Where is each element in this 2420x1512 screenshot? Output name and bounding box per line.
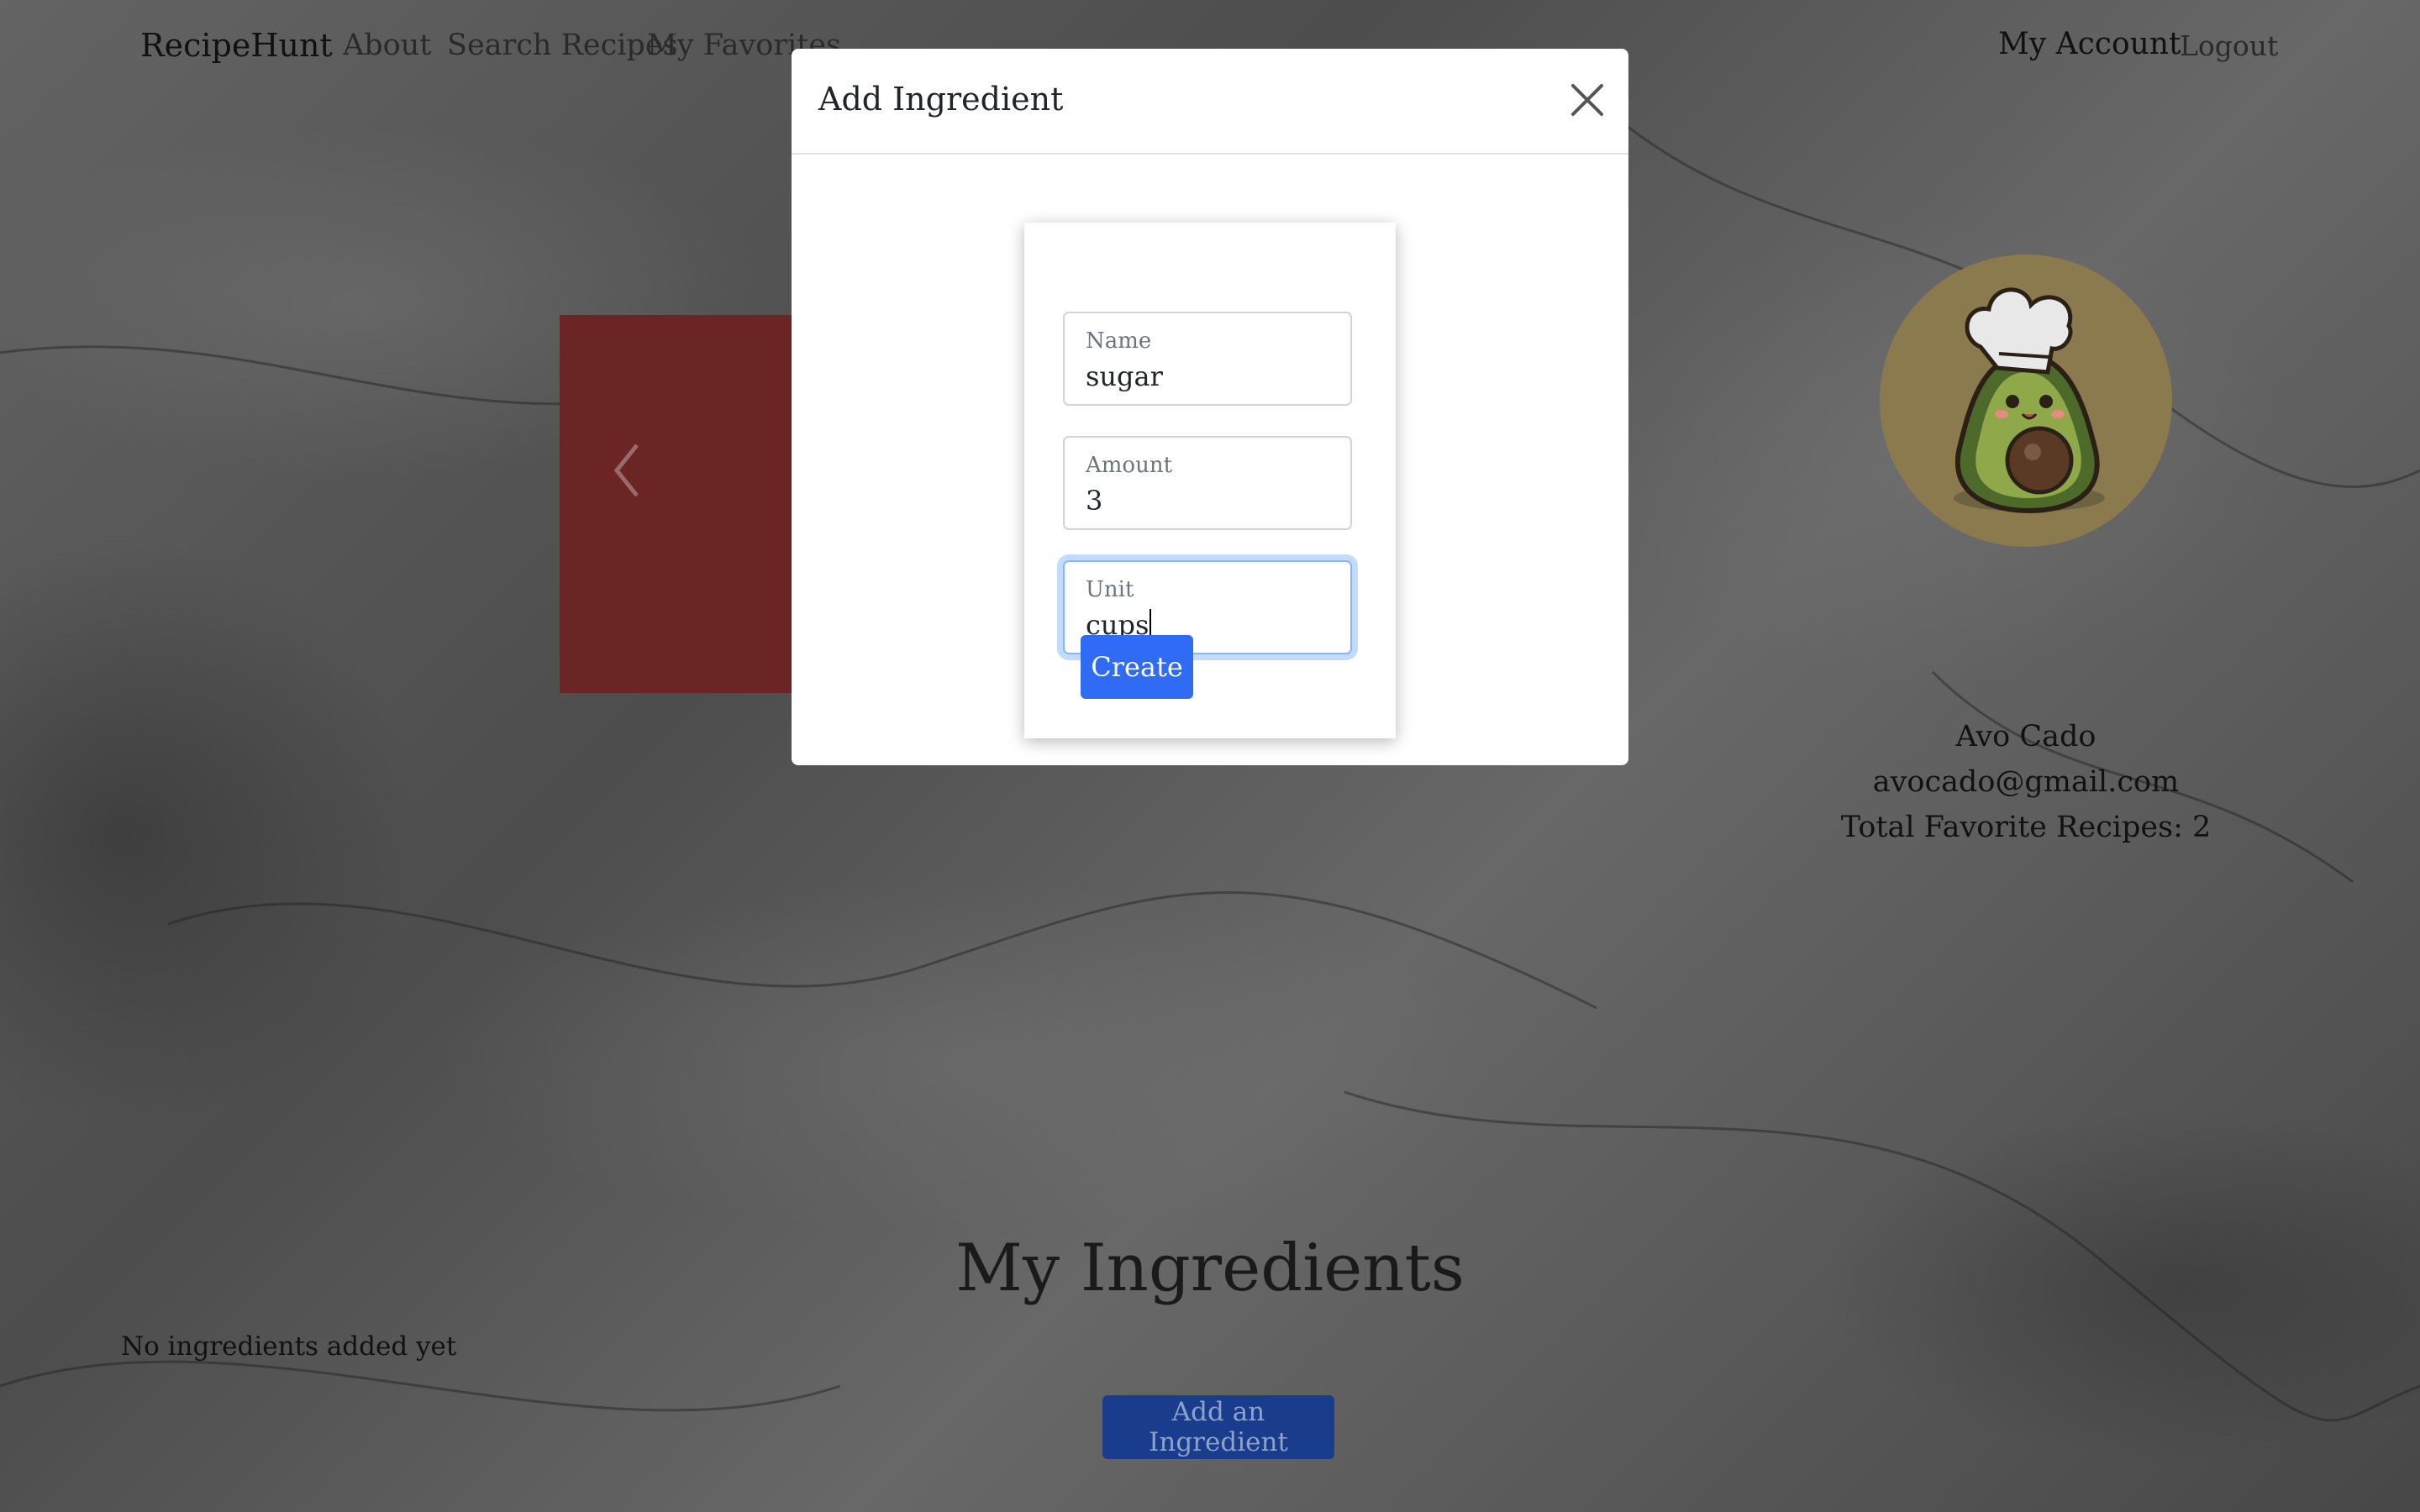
amount-input[interactable]: 3	[1086, 485, 1102, 517]
nav-link-about[interactable]: About	[343, 29, 431, 62]
profile-name: Avo Cado	[1955, 720, 2096, 753]
name-field[interactable]: Name sugar	[1063, 312, 1352, 406]
chevron-left-icon[interactable]	[602, 433, 652, 508]
nav-link-logout[interactable]: Logout	[2180, 29, 2278, 62]
profile-favorites-count: Total Favorite Recipes: 2	[1840, 811, 2212, 844]
unit-label: Unit	[1086, 577, 1134, 602]
nav-link-search-recipes[interactable]: Search Recipes	[447, 29, 678, 62]
add-ingredient-modal: Add Ingredient Name sugar Amount 3 Unit …	[792, 49, 1628, 765]
create-button[interactable]: Create	[1081, 635, 1193, 699]
recipe-carousel	[560, 315, 795, 693]
profile-email: avocado@gmail.com	[1872, 765, 2180, 799]
brand-logo[interactable]: RecipeHunt	[140, 27, 333, 64]
avatar	[1880, 255, 2172, 547]
add-ingredient-button[interactable]: Add an Ingredient	[1102, 1395, 1334, 1459]
name-label: Name	[1086, 328, 1152, 354]
modal-header: Add Ingredient	[792, 49, 1628, 155]
avocado-chef-icon	[1954, 287, 2105, 514]
close-icon[interactable]	[1565, 77, 1610, 123]
nav-link-my-account[interactable]: My Account	[1998, 27, 2181, 61]
ingredients-heading: My Ingredients	[955, 1231, 1465, 1306]
ingredients-empty-text: No ingredients added yet	[121, 1331, 457, 1362]
ingredient-form: Name sugar Amount 3 Unit cups Create	[1024, 223, 1396, 738]
amount-field[interactable]: Amount 3	[1063, 436, 1352, 530]
modal-title: Add Ingredient	[818, 81, 1064, 118]
name-input[interactable]: sugar	[1086, 360, 1163, 392]
amount-label: Amount	[1086, 453, 1173, 478]
